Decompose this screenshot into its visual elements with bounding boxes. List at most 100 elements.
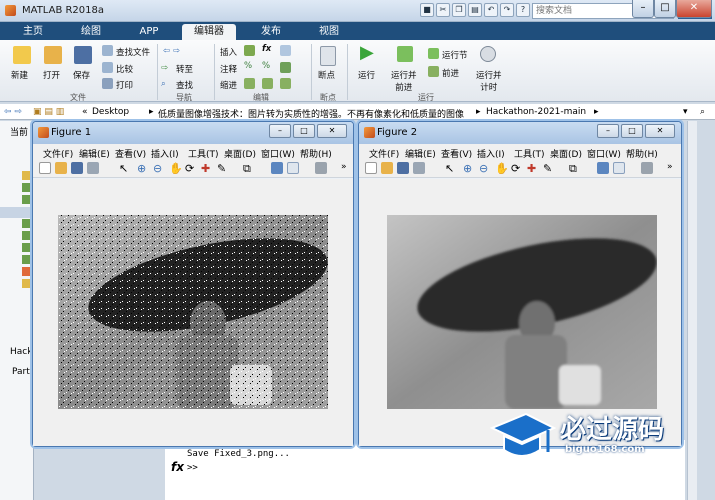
file-icon[interactable] [22,243,32,252]
new-figure-icon[interactable] [365,162,377,174]
file-icon[interactable] [22,231,32,240]
new-icon[interactable] [13,46,31,64]
menu-tools[interactable]: 工具(T) [514,147,545,160]
compare-button[interactable]: 比较 [116,63,133,75]
percent-off-icon[interactable]: % [262,61,270,71]
comment-button[interactable]: 注释 [220,63,237,75]
indent-icon[interactable] [262,78,273,89]
breakpoint-button[interactable]: 断点 [318,69,335,81]
rotate-icon[interactable]: ⟳ [511,162,523,175]
rotate-icon[interactable]: ⟳ [185,162,197,175]
run-section-button[interactable]: 运行节 [442,49,468,61]
data-cursor-icon[interactable]: ✚ [201,162,213,175]
link-plot-icon[interactable]: ⧉ [243,162,255,175]
save-button[interactable]: 保存 [73,69,90,81]
print-button[interactable]: 打印 [116,79,133,91]
print-figure-icon[interactable] [413,162,425,174]
figure-1-close-button[interactable]: ✕ [317,124,347,138]
pointer-icon[interactable]: ↖ [445,162,457,175]
menu-file[interactable]: 文件(F) [369,147,399,160]
file-icon[interactable] [22,279,32,288]
undo-icon[interactable]: ↶ [484,3,498,17]
fx-icon[interactable]: fx [171,460,184,474]
print-figure-icon[interactable] [87,162,99,174]
pointer-icon[interactable]: ↖ [119,162,131,175]
link-plot-icon[interactable]: ⧉ [569,162,581,175]
data-cursor-icon[interactable]: ✚ [527,162,539,175]
open-file-icon[interactable] [381,162,393,174]
save-icon-large[interactable] [74,46,92,64]
menu-window[interactable]: 窗口(W) [587,147,621,160]
file-icon[interactable] [22,183,32,192]
toolbar-more-icon[interactable]: » [341,162,353,174]
path-crumb[interactable]: Desktop [92,107,129,117]
pan-icon[interactable]: ✋ [169,162,183,175]
wrap-comment-icon[interactable] [280,62,291,73]
save-figure-icon[interactable] [71,162,83,174]
outdent-icon[interactable] [280,78,291,89]
paste-icon[interactable]: ▤ [468,3,482,17]
menu-insert[interactable]: 插入(I) [151,147,179,160]
minimize-button[interactable]: – [632,0,654,18]
tab-editor[interactable]: 编辑器 [182,24,236,40]
run-advance-button[interactable]: 运行并 前进 [391,69,417,93]
file-icon[interactable] [22,219,32,228]
selected-file-row[interactable] [0,207,34,218]
tab-plots[interactable]: 绘图 [64,24,118,40]
folder-up-icon[interactable]: ▣ ▤ ▥ [33,107,64,117]
run-time-icon[interactable] [480,46,496,62]
open-button[interactable]: 打开 [43,69,60,81]
brush-icon[interactable]: ✎ [217,162,229,175]
menu-desktop[interactable]: 桌面(D) [550,147,582,160]
percent-icon[interactable]: % [244,61,252,71]
maximize-button[interactable]: □ [654,0,676,18]
legend-icon[interactable] [287,162,299,174]
editor-scrollbar[interactable] [687,121,697,500]
path-search-icon[interactable]: ⌕ [700,107,705,117]
pan-icon[interactable]: ✋ [495,162,509,175]
new-figure-icon[interactable] [39,162,51,174]
save-icon[interactable]: ■ [420,3,434,17]
menu-desktop[interactable]: 桌面(D) [224,147,256,160]
figure-2-minimize-button[interactable]: – [597,124,619,138]
insert-button[interactable]: 插入 [220,46,237,58]
new-button[interactable]: 新建 [11,69,28,81]
advance-button[interactable]: 前进 [442,67,459,79]
insert-section-icon[interactable] [244,45,255,56]
path-dropdown-icon[interactable]: ▾ [683,107,688,117]
run-time-button[interactable]: 运行并 计时 [476,69,502,93]
hide-tools-icon[interactable] [315,162,327,174]
menu-edit[interactable]: 编辑(E) [405,147,436,160]
legend-icon[interactable] [613,162,625,174]
insert-table-icon[interactable] [280,45,291,56]
toolbar-more-icon[interactable]: » [667,162,679,174]
file-icon[interactable] [22,267,32,276]
menu-edit[interactable]: 编辑(E) [79,147,110,160]
indent-button[interactable]: 缩进 [220,79,237,91]
goto-button[interactable]: 转至 [176,63,193,75]
zoom-out-icon[interactable]: ⊖ [479,162,491,175]
find-button[interactable]: 查找 [176,79,193,91]
file-icon[interactable] [22,255,32,264]
path-crumb[interactable]: 低质量图像增强技术：图片转为实质性的增强。不再有像素化和低质量的图像 [158,107,464,120]
menu-window[interactable]: 窗口(W) [261,147,295,160]
figure-2-titlebar[interactable]: Figure 2 – □ ✕ [359,122,681,144]
smart-indent-icon[interactable] [244,78,255,89]
run-button[interactable]: 运行 [358,69,375,81]
menu-tools[interactable]: 工具(T) [188,147,219,160]
back-arrow-icon[interactable]: ⇦ ⇨ [163,46,180,56]
menu-file[interactable]: 文件(F) [43,147,73,160]
tab-view[interactable]: 视图 [302,24,356,40]
figure-2-close-button[interactable]: ✕ [645,124,675,138]
path-crumb[interactable]: Hackathon-2021-main [486,107,586,117]
fx-icon[interactable]: fx [262,44,271,54]
file-icon[interactable] [22,195,32,204]
figure-1-minimize-button[interactable]: – [269,124,291,138]
hide-tools-icon[interactable] [641,162,653,174]
breakpoint-icon[interactable] [320,46,336,66]
open-icon[interactable] [44,46,62,64]
tab-home[interactable]: 主页 [6,24,60,40]
menu-view[interactable]: 查看(V) [115,147,146,160]
menu-help[interactable]: 帮助(H) [300,147,332,160]
command-prompt[interactable]: >> [187,463,198,473]
